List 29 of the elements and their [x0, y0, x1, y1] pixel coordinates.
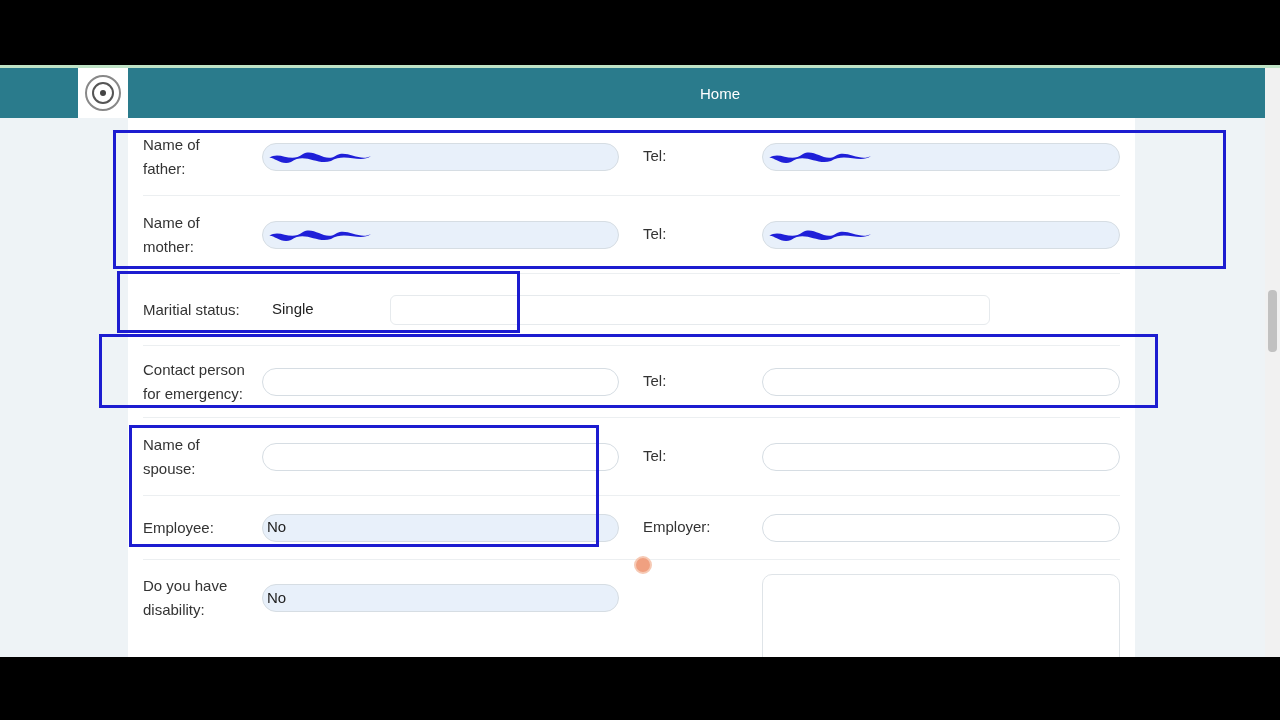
input-field[interactable]: No: [262, 513, 619, 542]
field-label: Name of father:: [143, 134, 201, 179]
logo[interactable]: [78, 68, 128, 118]
field-label: Do you have disability:: [143, 576, 229, 620]
field-label: Employee:: [143, 517, 215, 538]
input-field[interactable]: [262, 442, 619, 471]
text-area[interactable]: [762, 574, 1120, 657]
home-link[interactable]: Home: [700, 83, 740, 106]
input-field[interactable]: [762, 220, 1120, 249]
input-field[interactable]: [762, 367, 1120, 396]
input-field[interactable]: [262, 367, 619, 396]
input-field[interactable]: [762, 442, 1120, 471]
field-label: Name of mother:: [143, 212, 201, 257]
field-label: Tel:: [643, 224, 668, 245]
input-field[interactable]: No: [262, 584, 619, 612]
field-label: Employer:: [643, 517, 712, 538]
field-label: Tel:: [643, 146, 668, 167]
input-field[interactable]: [262, 142, 619, 171]
field-label: Name of spouse:: [143, 434, 201, 479]
field-label: Tel:: [643, 371, 668, 392]
input-field[interactable]: [262, 220, 619, 249]
field-value: Single: [272, 299, 315, 320]
field-label: Maritial status:: [143, 299, 241, 320]
input-field[interactable]: [762, 142, 1120, 171]
input-field[interactable]: [390, 294, 990, 325]
field-label: Tel:: [643, 446, 668, 467]
scrollbar[interactable]: [1265, 68, 1280, 657]
field-label: Contact person for emergency:: [143, 359, 246, 404]
input-field[interactable]: [762, 513, 1120, 542]
